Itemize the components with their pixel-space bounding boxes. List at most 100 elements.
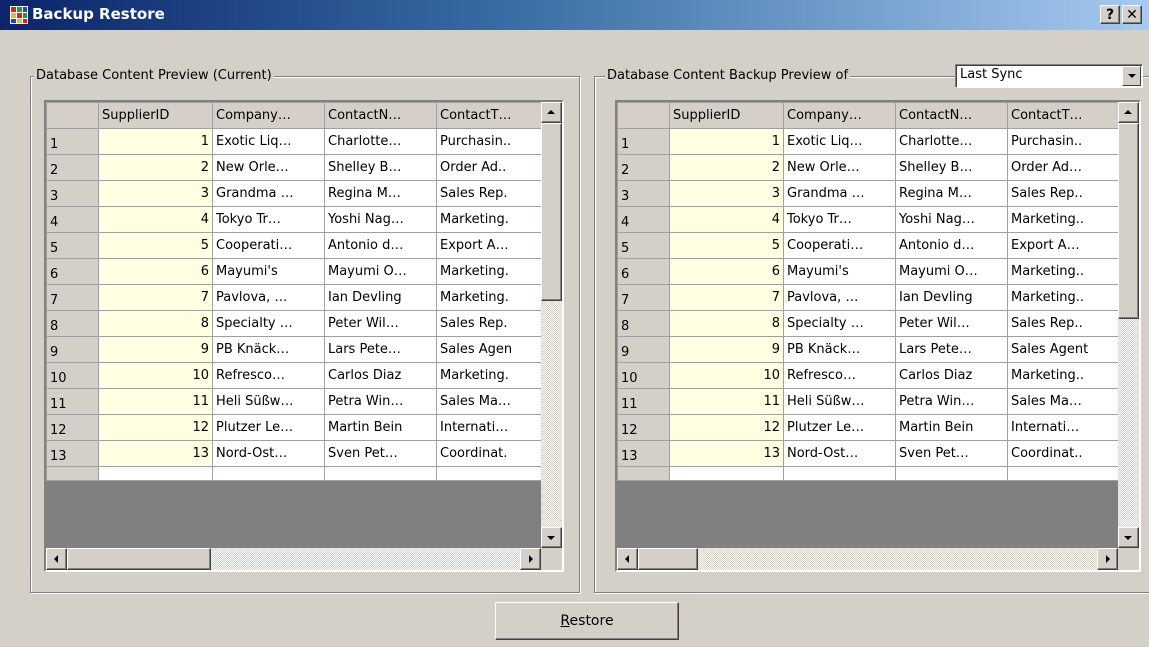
cell-contact-name[interactable]: Sven Pet… <box>895 440 1008 467</box>
cell-company[interactable]: Grandma … <box>212 180 325 207</box>
cell-contact-name[interactable]: Carlos Diaz <box>895 362 1008 389</box>
cell-company[interactable]: Pavlova, … <box>212 284 325 311</box>
table-row[interactable]: 6 6 Mayumi's Mayumi O… Marketing. <box>46 258 547 285</box>
cell-contact-title[interactable]: Sales Ma… <box>436 388 547 415</box>
cell-supplier-id[interactable]: 9 <box>669 336 784 363</box>
cell-company[interactable]: Pavlova, … <box>783 284 896 311</box>
cell-contact-name[interactable]: Shelley B… <box>895 154 1008 181</box>
cell-contact-name[interactable]: Antonio d… <box>895 232 1008 259</box>
cell-contact-title[interactable]: Marketing. <box>436 284 547 311</box>
vertical-scrollbar[interactable] <box>541 102 562 548</box>
cell-company[interactable]: Refresco… <box>212 362 325 389</box>
cell-company[interactable]: Exotic Liq… <box>212 128 325 155</box>
scroll-right-button[interactable] <box>520 548 541 570</box>
table-row[interactable]: 9 9 PB Knäck… Lars Pete… Sales Agen <box>46 336 547 363</box>
cell-company[interactable]: Heli Süßw… <box>783 388 896 415</box>
cell-supplier-id[interactable]: 2 <box>669 154 784 181</box>
cell-company[interactable]: Plutzer Le… <box>783 414 896 441</box>
cell-contact-name[interactable]: Regina M… <box>324 180 437 207</box>
cell-supplier-id[interactable]: 10 <box>669 362 784 389</box>
cell-contact-title[interactable]: Sales Agen <box>436 336 547 363</box>
table-row[interactable]: 5 5 Cooperati… Antonio d… Export A… <box>46 232 547 259</box>
cell-contact-title[interactable]: Marketing. <box>436 258 547 285</box>
cell-contact-name[interactable]: Ian Devling <box>895 284 1008 311</box>
cell-supplier-id[interactable]: 9 <box>98 336 213 363</box>
cell-contact-title[interactable]: Sales Rep.. <box>1007 180 1124 207</box>
cell-contact-title[interactable]: Marketing. <box>436 362 547 389</box>
cell-supplier-id[interactable]: 12 <box>669 414 784 441</box>
cell-company[interactable]: Heli Süßw… <box>212 388 325 415</box>
cell-company[interactable]: Nord-Ost… <box>212 440 325 467</box>
table-row[interactable]: 12 12 Plutzer Le… Martin Bein Internati… <box>46 414 547 441</box>
column-header[interactable]: Company… <box>212 102 325 129</box>
table-row[interactable]: 8 8 Specialty … Peter Wil… Sales Rep. <box>46 310 547 337</box>
cell-contact-title[interactable]: Marketing. <box>436 206 547 233</box>
cell-company[interactable]: Refresco… <box>783 362 896 389</box>
column-header[interactable]: ContactT… <box>1007 102 1124 129</box>
cell-contact-name[interactable]: Yoshi Nag… <box>324 206 437 233</box>
column-header[interactable]: SupplierID <box>669 102 784 129</box>
cell-contact-title[interactable]: Export A… <box>436 232 547 259</box>
cell-contact-name[interactable]: Ian Devling <box>324 284 437 311</box>
cell-supplier-id[interactable]: 2 <box>98 154 213 181</box>
table-row[interactable]: 11 11 Heli Süßw… Petra Win… Sales Ma… <box>617 388 1124 415</box>
cell-contact-name[interactable]: Mayumi O… <box>895 258 1008 285</box>
cell-contact-name[interactable]: Peter Wil… <box>895 310 1008 337</box>
cell-contact-title[interactable]: Sales Agent <box>1007 336 1124 363</box>
cell-supplier-id[interactable]: 4 <box>98 206 213 233</box>
cell-contact-title[interactable]: Purchasin.. <box>436 128 547 155</box>
cell-supplier-id[interactable]: 7 <box>669 284 784 311</box>
cell-supplier-id[interactable]: 8 <box>669 310 784 337</box>
cell-supplier-id[interactable]: 13 <box>669 440 784 467</box>
cell-contact-name[interactable]: Carlos Diaz <box>324 362 437 389</box>
cell-contact-name[interactable]: Yoshi Nag… <box>895 206 1008 233</box>
cell-company[interactable]: Plutzer Le… <box>212 414 325 441</box>
cell-contact-title[interactable]: Sales Rep.. <box>1007 310 1124 337</box>
help-button[interactable]: ? <box>1100 5 1120 24</box>
cell-company[interactable]: Mayumi's <box>783 258 896 285</box>
cell-contact-name[interactable]: Regina M… <box>895 180 1008 207</box>
vertical-scroll-thumb[interactable] <box>1118 123 1139 319</box>
table-row[interactable]: 7 7 Pavlova, … Ian Devling Marketing.. <box>617 284 1124 311</box>
table-row[interactable]: 8 8 Specialty … Peter Wil… Sales Rep.. <box>617 310 1124 337</box>
cell-contact-name[interactable]: Sven Pet… <box>324 440 437 467</box>
horizontal-scroll-thumb[interactable] <box>67 548 211 570</box>
cell-contact-title[interactable]: Sales Ma… <box>1007 388 1124 415</box>
cell-contact-title[interactable]: Internati… <box>436 414 547 441</box>
cell-contact-title[interactable]: Order Ad… <box>1007 154 1124 181</box>
cell-supplier-id[interactable]: 6 <box>98 258 213 285</box>
column-header[interactable]: SupplierID <box>98 102 213 129</box>
table-row[interactable]: 4 4 Tokyo Tr… Yoshi Nag… Marketing. <box>46 206 547 233</box>
cell-company[interactable]: Tokyo Tr… <box>783 206 896 233</box>
cell-contact-title[interactable]: Marketing.. <box>1007 284 1124 311</box>
table-row[interactable]: 3 3 Grandma … Regina M… Sales Rep. <box>46 180 547 207</box>
cell-company[interactable]: Cooperati… <box>783 232 896 259</box>
cell-company[interactable]: Specialty … <box>783 310 896 337</box>
table-row[interactable]: 13 13 Nord-Ost… Sven Pet… Coordinat. <box>46 440 547 467</box>
scroll-left-button[interactable] <box>617 548 638 570</box>
cell-contact-name[interactable]: Martin Bein <box>324 414 437 441</box>
current-data-grid[interactable]: SupplierID Company… ContactN… ContactT… … <box>44 100 564 572</box>
cell-supplier-id[interactable]: 1 <box>98 128 213 155</box>
cell-supplier-id[interactable]: 12 <box>98 414 213 441</box>
table-row[interactable]: 6 6 Mayumi's Mayumi O… Marketing.. <box>617 258 1124 285</box>
scroll-right-button[interactable] <box>1097 548 1118 570</box>
cell-company[interactable]: PB Knäck… <box>212 336 325 363</box>
cell-company[interactable]: Mayumi's <box>212 258 325 285</box>
vertical-scrollbar[interactable] <box>1118 102 1139 548</box>
backup-selector-dropdown[interactable]: Last Sync <box>955 64 1143 88</box>
column-header[interactable]: ContactT… <box>436 102 547 129</box>
cell-contact-title[interactable]: Purchasin.. <box>1007 128 1124 155</box>
restore-button[interactable]: Restore <box>495 602 679 640</box>
cell-supplier-id[interactable]: 3 <box>669 180 784 207</box>
cell-contact-title[interactable]: Coordinat.. <box>1007 440 1124 467</box>
scroll-up-button[interactable] <box>1118 102 1139 123</box>
table-row[interactable]: 12 12 Plutzer Le… Martin Bein Internati… <box>617 414 1124 441</box>
table-row[interactable]: 3 3 Grandma … Regina M… Sales Rep.. <box>617 180 1124 207</box>
table-row[interactable]: 1 1 Exotic Liq… Charlotte… Purchasin.. <box>46 128 547 155</box>
cell-company[interactable]: Exotic Liq… <box>783 128 896 155</box>
cell-contact-title[interactable]: Marketing.. <box>1007 258 1124 285</box>
cell-contact-title[interactable]: Sales Rep. <box>436 310 547 337</box>
cell-company[interactable]: PB Knäck… <box>783 336 896 363</box>
cell-supplier-id[interactable]: 8 <box>98 310 213 337</box>
